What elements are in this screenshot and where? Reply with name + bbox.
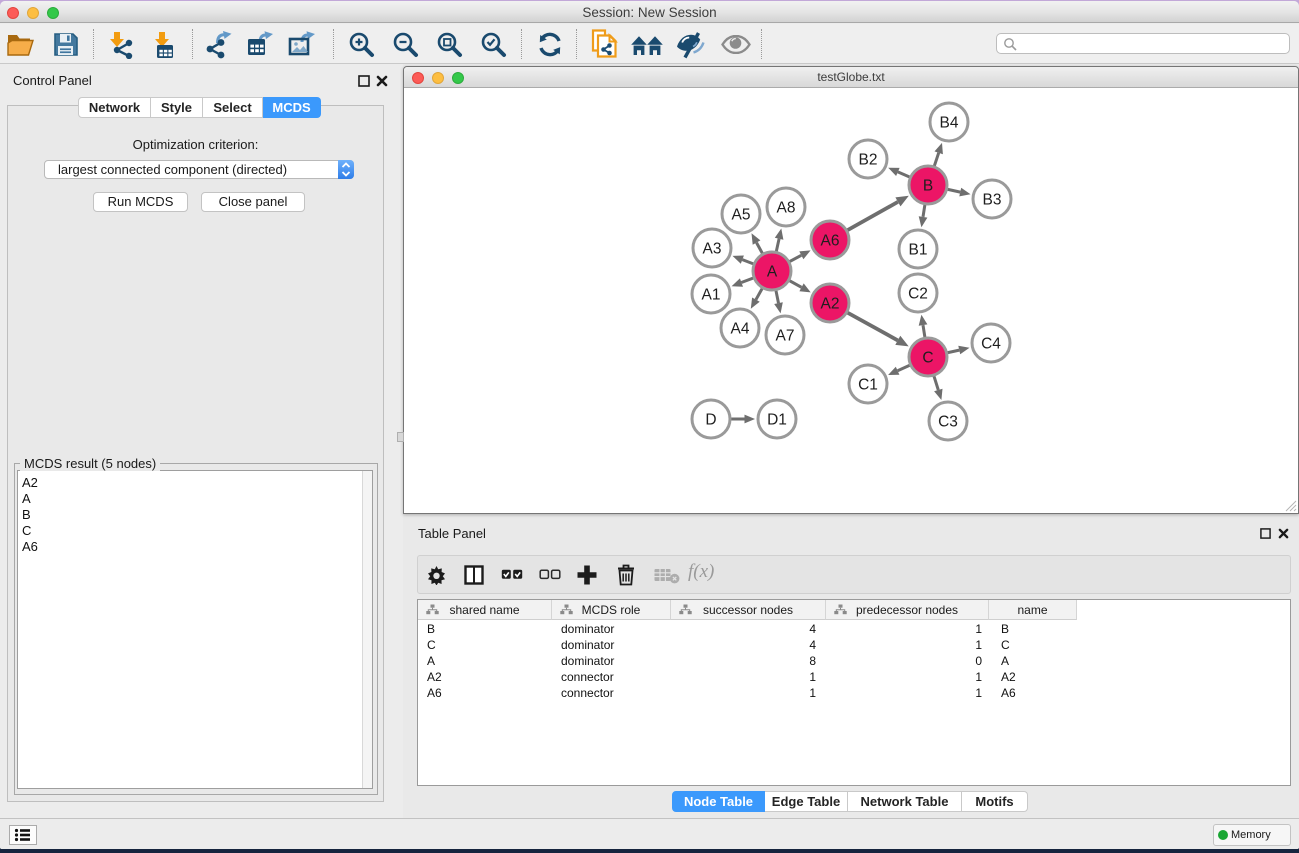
svg-text:B: B: [923, 178, 933, 195]
svg-text:D1: D1: [767, 412, 787, 429]
svg-text:A5: A5: [732, 207, 751, 224]
svg-text:D: D: [705, 412, 716, 429]
svg-text:A: A: [767, 264, 778, 281]
svg-text:A3: A3: [703, 241, 722, 258]
svg-text:A2: A2: [821, 296, 840, 313]
svg-text:A1: A1: [702, 287, 721, 304]
svg-text:B3: B3: [983, 192, 1002, 209]
svg-text:C2: C2: [908, 286, 928, 303]
svg-text:A4: A4: [731, 321, 750, 338]
svg-text:C3: C3: [938, 414, 958, 431]
svg-text:C4: C4: [981, 336, 1001, 353]
svg-text:B4: B4: [940, 115, 959, 132]
svg-text:A8: A8: [777, 200, 796, 217]
svg-text:A7: A7: [776, 328, 795, 345]
svg-text:C1: C1: [858, 377, 878, 394]
svg-text:B1: B1: [909, 242, 928, 259]
svg-text:C: C: [922, 350, 933, 367]
svg-text:B2: B2: [859, 152, 878, 169]
svg-text:A6: A6: [821, 233, 840, 250]
